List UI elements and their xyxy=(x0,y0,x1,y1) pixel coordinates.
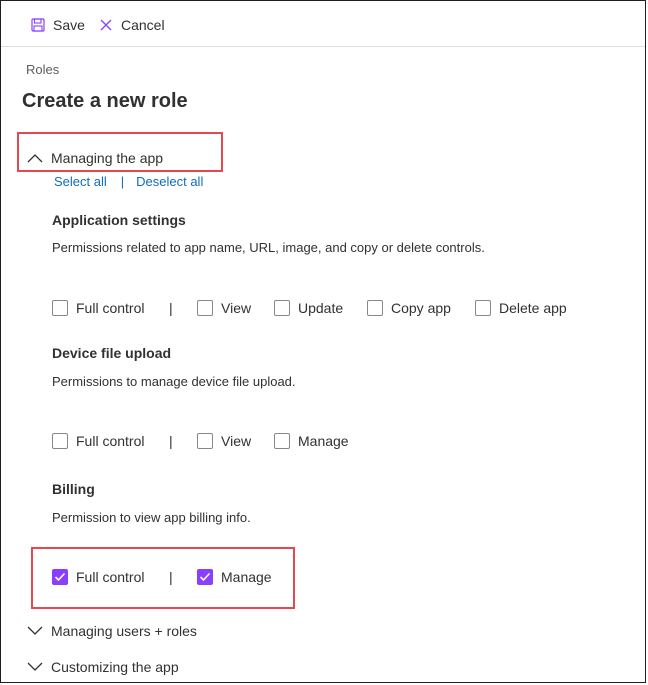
close-icon xyxy=(99,18,113,32)
group-title-device-file-upload: Device file upload xyxy=(52,345,172,361)
checkbox-view[interactable]: View xyxy=(197,432,251,450)
cancel-label: Cancel xyxy=(121,17,165,33)
group-title-application-settings: Application settings xyxy=(52,212,186,228)
section-customizing-the-app[interactable]: Customizing the app xyxy=(27,656,179,678)
option-separator: | xyxy=(169,300,173,316)
checkbox-manage[interactable]: Manage xyxy=(274,432,349,450)
select-all-link[interactable]: Select all xyxy=(54,174,107,189)
chevron-up-icon xyxy=(27,153,43,163)
checkbox-full-control[interactable]: Full control xyxy=(52,432,144,450)
checkbox-box xyxy=(197,433,213,449)
cancel-button[interactable]: Cancel xyxy=(99,15,165,35)
section-managing-users-roles[interactable]: Managing users + roles xyxy=(27,620,197,642)
checkbox-full-control[interactable]: Full control xyxy=(52,568,144,586)
group-title-billing: Billing xyxy=(52,481,95,497)
checkmark-icon xyxy=(54,572,66,582)
group-description-billing: Permission to view app billing info. xyxy=(52,510,251,525)
checkbox-box xyxy=(367,300,383,316)
checkbox-label: Delete app xyxy=(499,300,567,316)
checkbox-view[interactable]: View xyxy=(197,299,251,317)
checkbox-copy-app[interactable]: Copy app xyxy=(367,299,451,317)
page-title: Create a new role xyxy=(22,90,188,112)
save-label: Save xyxy=(53,17,85,33)
selection-links: Select all | Deselect all xyxy=(54,174,203,189)
checkbox-update[interactable]: Update xyxy=(274,299,343,317)
checkbox-box xyxy=(197,300,213,316)
checkbox-box xyxy=(52,569,68,585)
option-separator: | xyxy=(169,433,173,449)
checkbox-label: Full control xyxy=(76,433,145,449)
section-managing-the-app[interactable]: Managing the app xyxy=(27,147,163,169)
checkbox-box xyxy=(274,300,290,316)
checkbox-label: View xyxy=(221,300,252,316)
checkbox-manage[interactable]: Manage xyxy=(197,568,272,586)
checkbox-label: Full control xyxy=(76,569,145,585)
checkbox-box xyxy=(274,433,290,449)
group-description-device-file-upload: Permissions to manage device file upload… xyxy=(52,374,296,389)
checkbox-label: Update xyxy=(298,300,344,316)
checkbox-box xyxy=(52,433,68,449)
save-icon xyxy=(31,18,45,32)
checkbox-label: Manage xyxy=(298,433,349,449)
checkbox-full-control[interactable]: Full control xyxy=(52,299,144,317)
checkbox-label: Copy app xyxy=(391,300,451,316)
checkbox-box xyxy=(52,300,68,316)
checkbox-label: Full control xyxy=(76,300,145,316)
checkbox-label: View xyxy=(221,433,252,449)
chevron-down-icon xyxy=(27,662,43,672)
group-description-application-settings: Permissions related to app name, URL, im… xyxy=(52,240,485,255)
chevron-down-icon xyxy=(27,626,43,636)
section-label: Managing users + roles xyxy=(51,623,197,639)
command-bar: Save Cancel xyxy=(1,1,645,47)
section-label: Managing the app xyxy=(51,150,164,166)
link-separator: | xyxy=(120,174,125,189)
checkmark-icon xyxy=(199,572,211,582)
role-editor-window: Save Cancel Roles Create a new role Mana… xyxy=(0,0,646,683)
breadcrumb[interactable]: Roles xyxy=(26,62,59,77)
option-separator: | xyxy=(169,569,173,585)
checkbox-label: Manage xyxy=(221,569,272,585)
checkbox-box xyxy=(475,300,491,316)
checkbox-delete-app[interactable]: Delete app xyxy=(475,299,567,317)
deselect-all-link[interactable]: Deselect all xyxy=(136,174,203,189)
checkbox-box xyxy=(197,569,213,585)
section-label: Customizing the app xyxy=(51,659,179,675)
save-button[interactable]: Save xyxy=(31,15,85,35)
